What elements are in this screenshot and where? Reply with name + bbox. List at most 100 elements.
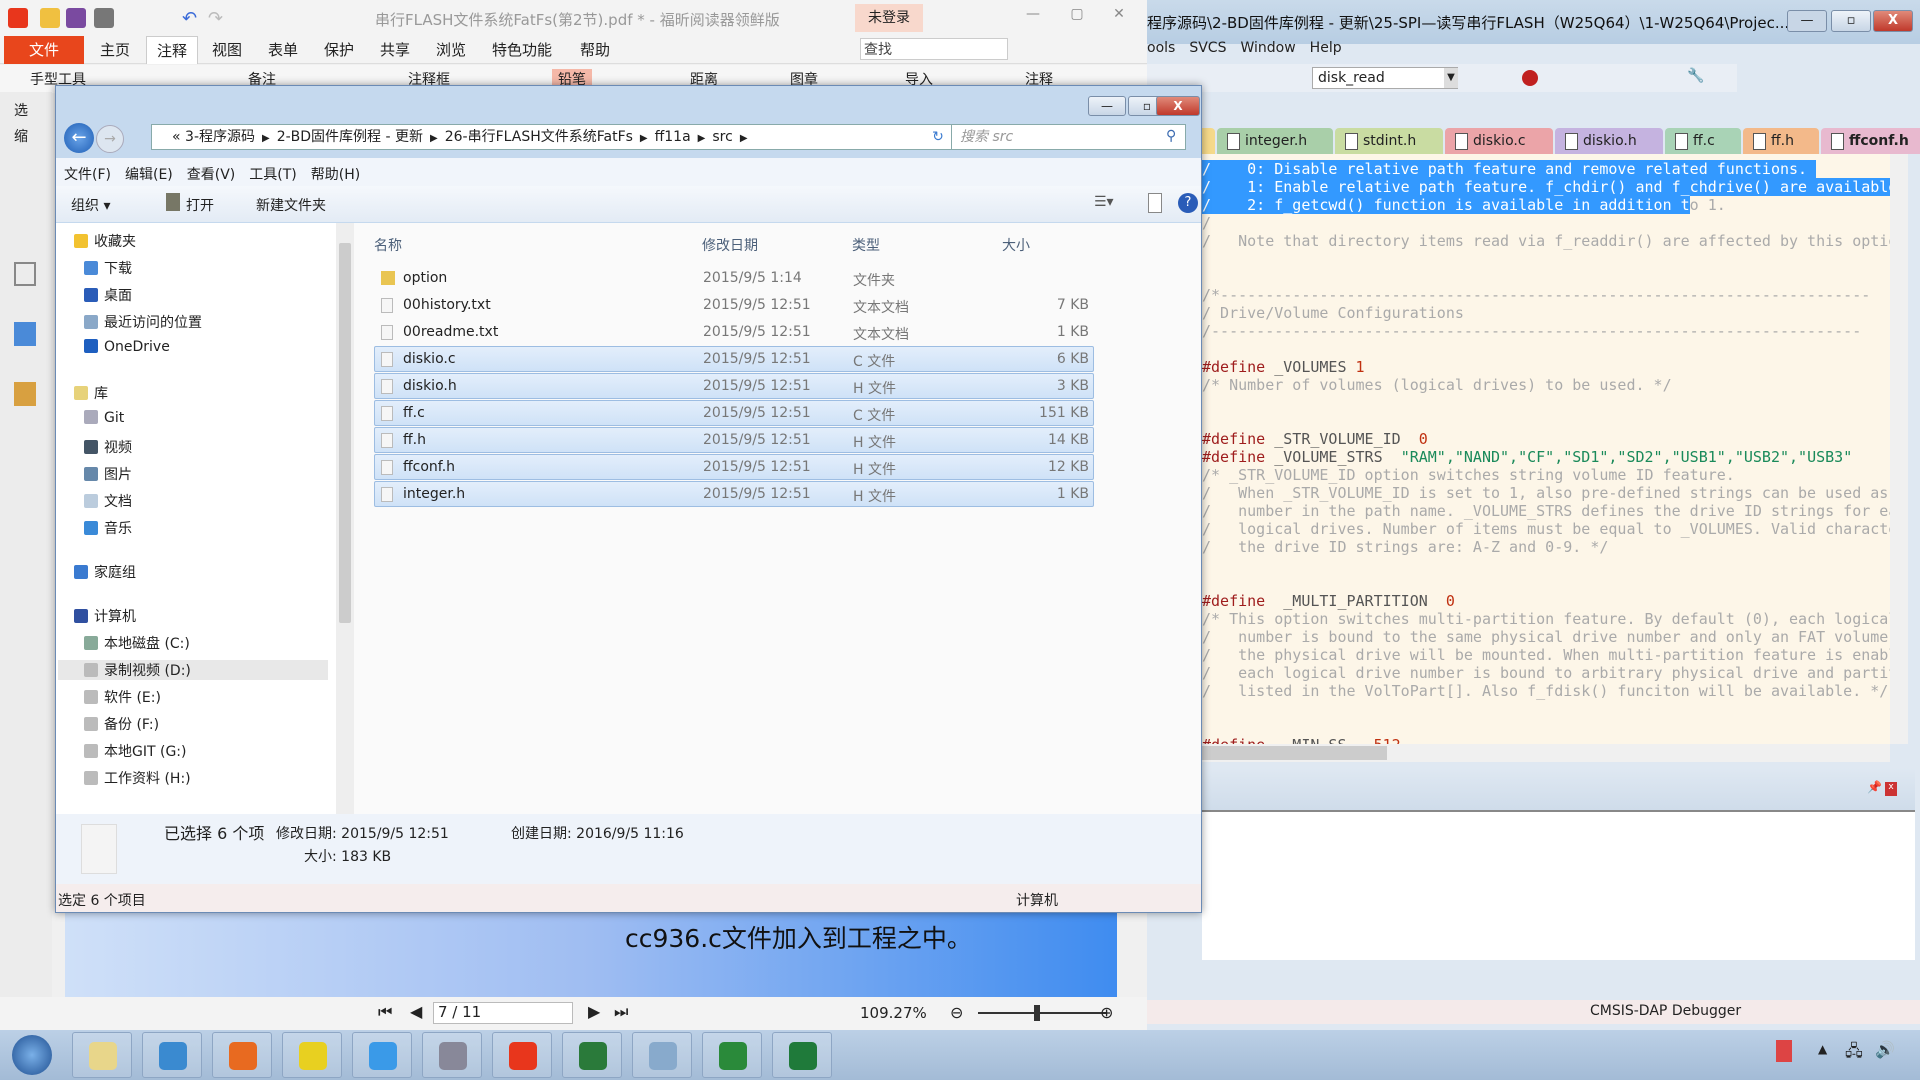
taskbar-app-explorer[interactable] [72,1032,132,1078]
nav-item[interactable]: 桌面 [84,285,132,305]
ribbon-tab[interactable]: 主页 [90,36,140,64]
file-row[interactable]: 00history.txt 2015/9/5 12:51 文本文档 7 KB [374,292,1094,318]
scrollbar-thumb[interactable] [339,243,351,623]
column-name[interactable]: 名称 [374,235,402,255]
code-editor[interactable]: / 0: Disable relative path feature and r… [1202,154,1890,744]
organize-button[interactable]: 组织 ▾ [71,195,110,215]
menu-svcs[interactable]: SVCS [1189,40,1226,56]
editor-tab[interactable]: stdint.h [1335,128,1443,154]
preview-pane-icon[interactable] [1148,193,1162,213]
network-icon[interactable]: 🖧 [1845,1040,1863,1067]
breadcrumb-item[interactable]: 2-BD固件库例程 - 更新 [277,129,423,145]
taskbar-app-camtasia[interactable] [702,1032,762,1078]
nav-item[interactable]: 本地磁盘 (C:) [84,633,190,653]
undo-icon[interactable]: ↶ [182,8,202,29]
new-folder-button[interactable]: 新建文件夹 [256,195,326,215]
start-button[interactable] [12,1035,52,1075]
zoom-in-icon[interactable]: ⊕ [1100,1003,1113,1022]
breadcrumb-item[interactable]: 26-串行FLASH文件系统FatFs [445,129,633,145]
menu-help[interactable]: 帮助(H) [311,167,360,183]
column-date[interactable]: 修改日期 [702,235,758,255]
view-options-icon[interactable]: ☰▾ [1094,194,1114,210]
nav-item[interactable]: 录制视频 (D:) [58,660,328,680]
first-page-button[interactable]: ⏮ [378,1002,392,1022]
menu-tools[interactable]: 工具(T) [249,167,296,183]
nav-item[interactable]: 图片 [84,464,132,484]
nav-item[interactable]: 库 [74,383,108,403]
zoom-level[interactable]: 109.27% [860,1004,927,1022]
side-tool[interactable]: 缩 [14,126,28,146]
taskbar-app-foxit[interactable] [492,1032,552,1078]
prev-page-button[interactable]: ◀ [410,1002,422,1021]
close-button[interactable]: X [1873,10,1913,32]
nav-item[interactable]: 计算机 [74,606,136,626]
show-hidden-icons[interactable]: ▲ [1818,1042,1827,1056]
open-icon[interactable] [40,8,60,28]
editor-tab[interactable]: ff.h [1743,128,1819,154]
taskbar-app-app-blue[interactable] [352,1032,412,1078]
menu-edit[interactable]: 编辑(E) [125,167,173,183]
nav-item[interactable]: 收藏夹 [74,231,136,251]
editor-vertical-scrollbar[interactable] [1890,154,1908,744]
breadcrumb-item[interactable]: src [712,129,732,145]
nav-scrollbar[interactable] [336,223,354,900]
volume-icon[interactable]: 🔊 [1875,1040,1895,1059]
file-row[interactable]: ffconf.h 2015/9/5 12:51 H 文件 12 KB [374,454,1094,480]
search-input[interactable]: 搜索 src [951,124,1186,150]
address-bar[interactable]: « 3-程序源码 ▶ 2-BD固件库例程 - 更新 ▶ 26-串行FLASH文件系统Fa… [151,124,971,150]
menu-tools[interactable]: ools [1147,40,1175,56]
pin-icon[interactable]: 📌 [1867,780,1882,794]
menu-help[interactable]: Help [1310,40,1342,56]
next-page-button[interactable]: ▶ [588,1002,600,1021]
zoom-slider[interactable] [978,1012,1106,1014]
ime-icon[interactable] [1776,1040,1792,1062]
login-button[interactable]: 未登录 [855,4,923,32]
minimize-button[interactable]: — [1088,96,1126,116]
ribbon-tab[interactable]: 保护 [314,36,364,64]
editor-tab[interactable]: diskio.c [1445,128,1553,154]
nav-item[interactable]: 下载 [84,258,132,278]
ribbon-tab[interactable]: 表单 [258,36,308,64]
close-button[interactable]: ✕ [1106,6,1132,30]
nav-item[interactable]: 软件 (E:) [84,687,161,707]
taskbar-app-webcam[interactable] [422,1032,482,1078]
comments-icon[interactable] [14,382,36,406]
file-row[interactable]: diskio.h 2015/9/5 12:51 H 文件 3 KB [374,373,1094,399]
forward-button[interactable]: → [96,125,124,153]
last-page-button[interactable]: ⏭ [614,1002,628,1022]
file-row[interactable]: ff.c 2015/9/5 12:51 C 文件 151 KB [374,400,1094,426]
nav-item[interactable]: 备份 (F:) [84,714,159,734]
nav-item[interactable]: 工作资料 (H:) [84,768,191,788]
breadcrumb-item[interactable]: ff11a [655,129,691,145]
menu-file[interactable]: 文件(F) [64,167,111,183]
close-pane-icon[interactable]: x [1885,782,1897,796]
save-icon[interactable] [66,8,86,28]
open-button[interactable]: 打开 [186,195,214,215]
taskbar-app-powershell[interactable] [142,1032,202,1078]
file-row[interactable]: 00readme.txt 2015/9/5 12:51 文本文档 1 KB [374,319,1094,345]
menu-view[interactable]: 查看(V) [187,167,236,183]
function-combobox[interactable]: disk_read [1312,67,1458,89]
nav-item[interactable]: 家庭组 [74,562,136,582]
build-output-pane[interactable] [1202,810,1915,960]
find-input[interactable]: 查找 [860,38,1008,60]
file-row[interactable]: integer.h 2015/9/5 12:51 H 文件 1 KB [374,481,1094,507]
chevron-down-icon[interactable]: ▼ [1444,68,1458,88]
nav-item[interactable]: 音乐 [84,518,132,538]
nav-item[interactable]: 文档 [84,491,132,511]
menu-window[interactable]: Window [1240,40,1295,56]
nav-item[interactable]: 最近访问的位置 [84,312,202,332]
page-number-input[interactable]: 7 / 11 [433,1002,573,1024]
redo-icon[interactable]: ↷ [208,8,228,29]
column-type[interactable]: 类型 [852,235,880,255]
ribbon-tab[interactable]: 文件 [4,36,84,64]
nav-item[interactable]: Git [84,410,124,426]
maximize-button[interactable]: ▫ [1831,10,1871,32]
file-row[interactable]: diskio.c 2015/9/5 12:51 C 文件 6 KB [374,346,1094,372]
ribbon-tab[interactable]: 帮助 [570,36,620,64]
pages-icon[interactable] [14,262,36,286]
side-tool[interactable]: 选 [14,100,28,120]
breadcrumb-item[interactable]: 3-程序源码 [185,129,255,145]
help-icon[interactable]: ? [1178,193,1198,213]
taskbar-app-excel[interactable] [772,1032,832,1078]
